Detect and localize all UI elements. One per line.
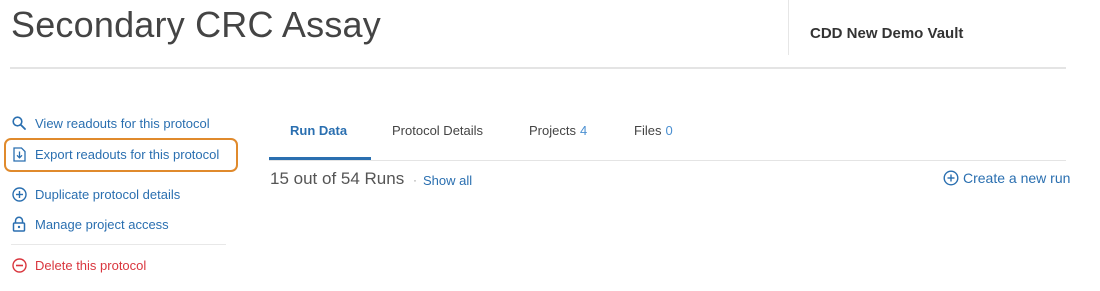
- tab-files[interactable]: Files 0: [634, 123, 673, 138]
- tab-files-count: 0: [665, 123, 673, 138]
- vault-divider: [788, 0, 789, 55]
- tab-projects-count: 4: [579, 123, 588, 138]
- plus-circle-icon: [11, 186, 27, 202]
- create-run-label: Create a new run: [963, 170, 1071, 186]
- duplicate-protocol-link[interactable]: Duplicate protocol details: [11, 186, 180, 202]
- show-all-link[interactable]: Show all: [423, 173, 472, 188]
- tab-projects-label: Projects: [529, 123, 576, 138]
- runs-summary: 15 out of 54 Runs: [270, 169, 405, 188]
- tab-projects[interactable]: Projects 4: [529, 123, 587, 138]
- tab-files-label: Files: [634, 123, 662, 138]
- tab-run-data[interactable]: Run Data: [290, 123, 347, 138]
- tab-protocol-details[interactable]: Protocol Details: [392, 123, 483, 138]
- page-title: Secondary CRC Assay: [11, 4, 381, 45]
- sidebar-divider: [11, 244, 226, 245]
- export-readouts-label: Export readouts for this protocol: [35, 146, 220, 162]
- export-readouts-link[interactable]: Export readouts for this protocol: [11, 146, 219, 162]
- tabs-divider: [269, 160, 1066, 161]
- tab-protocol-details-label: Protocol Details: [392, 123, 484, 138]
- duplicate-protocol-label: Duplicate protocol details: [35, 186, 181, 202]
- delete-protocol-label: Delete this protocol: [35, 257, 147, 273]
- search-icon: [11, 115, 27, 131]
- export-icon: [11, 146, 27, 162]
- tab-run-data-label: Run Data: [290, 123, 348, 138]
- manage-project-access-label: Manage project access: [35, 216, 169, 232]
- view-readouts-link[interactable]: View readouts for this protocol: [11, 115, 210, 131]
- create-run-link[interactable]: Create a new run: [943, 170, 1070, 186]
- vault-name: CDD New Demo Vault: [810, 25, 964, 42]
- minus-circle-icon: [11, 257, 27, 273]
- manage-project-access-link[interactable]: Manage project access: [11, 216, 169, 232]
- view-readouts-label: View readouts for this protocol: [35, 115, 210, 131]
- header-divider: [10, 67, 1066, 69]
- delete-protocol-link[interactable]: Delete this protocol: [11, 257, 146, 273]
- lock-icon: [11, 216, 27, 232]
- plus-circle-icon: [943, 170, 959, 186]
- runs-separator: ·: [413, 173, 417, 187]
